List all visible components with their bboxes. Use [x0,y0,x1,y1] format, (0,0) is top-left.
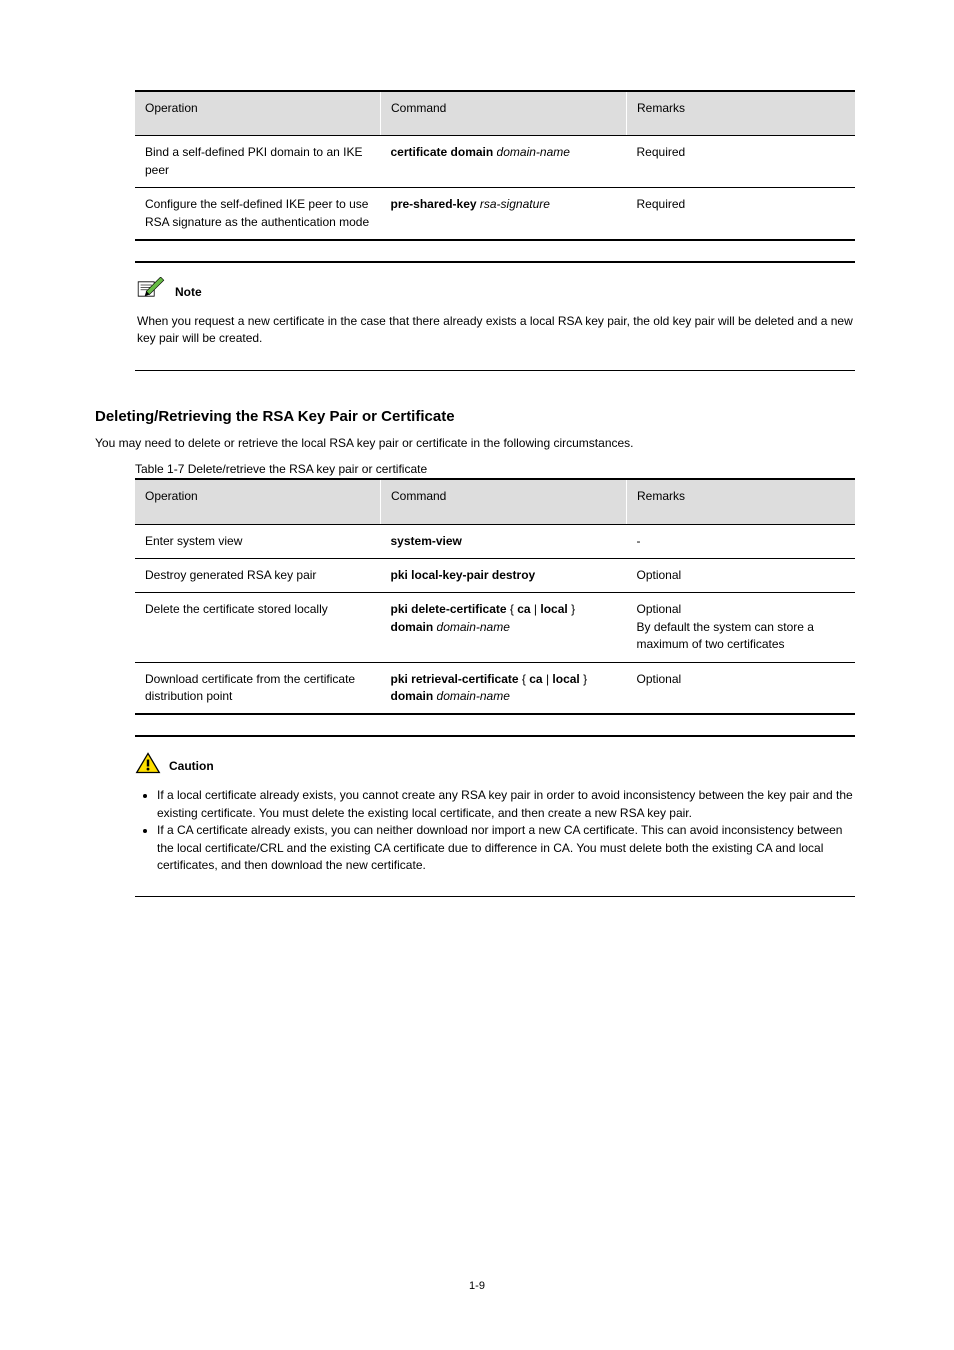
table-header-remarks: Remarks [627,479,856,524]
page: Operation Command Remarks Bind a self-de… [0,0,954,1350]
cell-operation: Destroy generated RSA key pair [135,559,381,593]
cell-remarks: Optional [627,662,856,714]
section-text: You may need to delete or retrieve the l… [95,435,859,452]
table-header-remarks: Remarks [627,91,856,136]
cell-operation: Download certificate from the certificat… [135,662,381,714]
table-row: Configure the self-defined IKE peer to u… [135,188,855,240]
caution-item: If a local certificate already exists, y… [157,787,855,822]
caution-callout: Caution If a local certificate already e… [135,735,855,897]
table-caption: Table 1-7 Delete/retrieve the RSA key pa… [135,461,859,478]
table-row: Destroy generated RSA key pair pki local… [135,559,855,593]
cell-operation: Configure the self-defined IKE peer to u… [135,188,381,240]
note-text: When you request a new certificate in th… [137,313,855,348]
caution-item: If a CA certificate already exists, you … [157,822,855,874]
cell-operation: Enter system view [135,524,381,558]
caution-icon [135,751,161,775]
cell-command: certificate domain domain-name [381,136,627,188]
table-ike-peer-config: Operation Command Remarks Bind a self-de… [135,90,855,241]
caution-label: Caution [169,758,214,775]
cell-remarks: Required [627,188,856,240]
cell-command: system-view [381,524,627,558]
table-header-command: Command [381,479,627,524]
table-row: Bind a self-defined PKI domain to an IKE… [135,136,855,188]
cell-operation: Delete the certificate stored locally [135,593,381,662]
cell-command: pki retrieval-certificate { ca | local }… [381,662,627,714]
table-header-operation: Operation [135,479,381,524]
table-header-operation: Operation [135,91,381,136]
note-callout: Note When you request a new certificate … [135,261,855,371]
cell-operation: Bind a self-defined PKI domain to an IKE… [135,136,381,188]
table-row: Delete the certificate stored locally pk… [135,593,855,662]
caution-list: If a local certificate already exists, y… [137,787,855,874]
table-row: Enter system view system-view - [135,524,855,558]
cell-remarks: - [627,524,856,558]
section-heading: Deleting/Retrieving the RSA Key Pair or … [95,406,859,428]
table-row: Download certificate from the certificat… [135,662,855,714]
cell-remarks: Required [627,136,856,188]
cell-command: pre-shared-key rsa-signature [381,188,627,240]
cell-remarks: Optional [627,559,856,593]
note-icon [135,277,167,301]
note-label: Note [175,284,202,301]
table-delete-retrieve: Operation Command Remarks Enter system v… [135,478,855,715]
cell-command: pki delete-certificate { ca | local } do… [381,593,627,662]
cell-remarks: Optional By default the system can store… [627,593,856,662]
cell-command: pki local-key-pair destroy [381,559,627,593]
page-number: 1-9 [469,1279,485,1295]
table-header-command: Command [381,91,627,136]
